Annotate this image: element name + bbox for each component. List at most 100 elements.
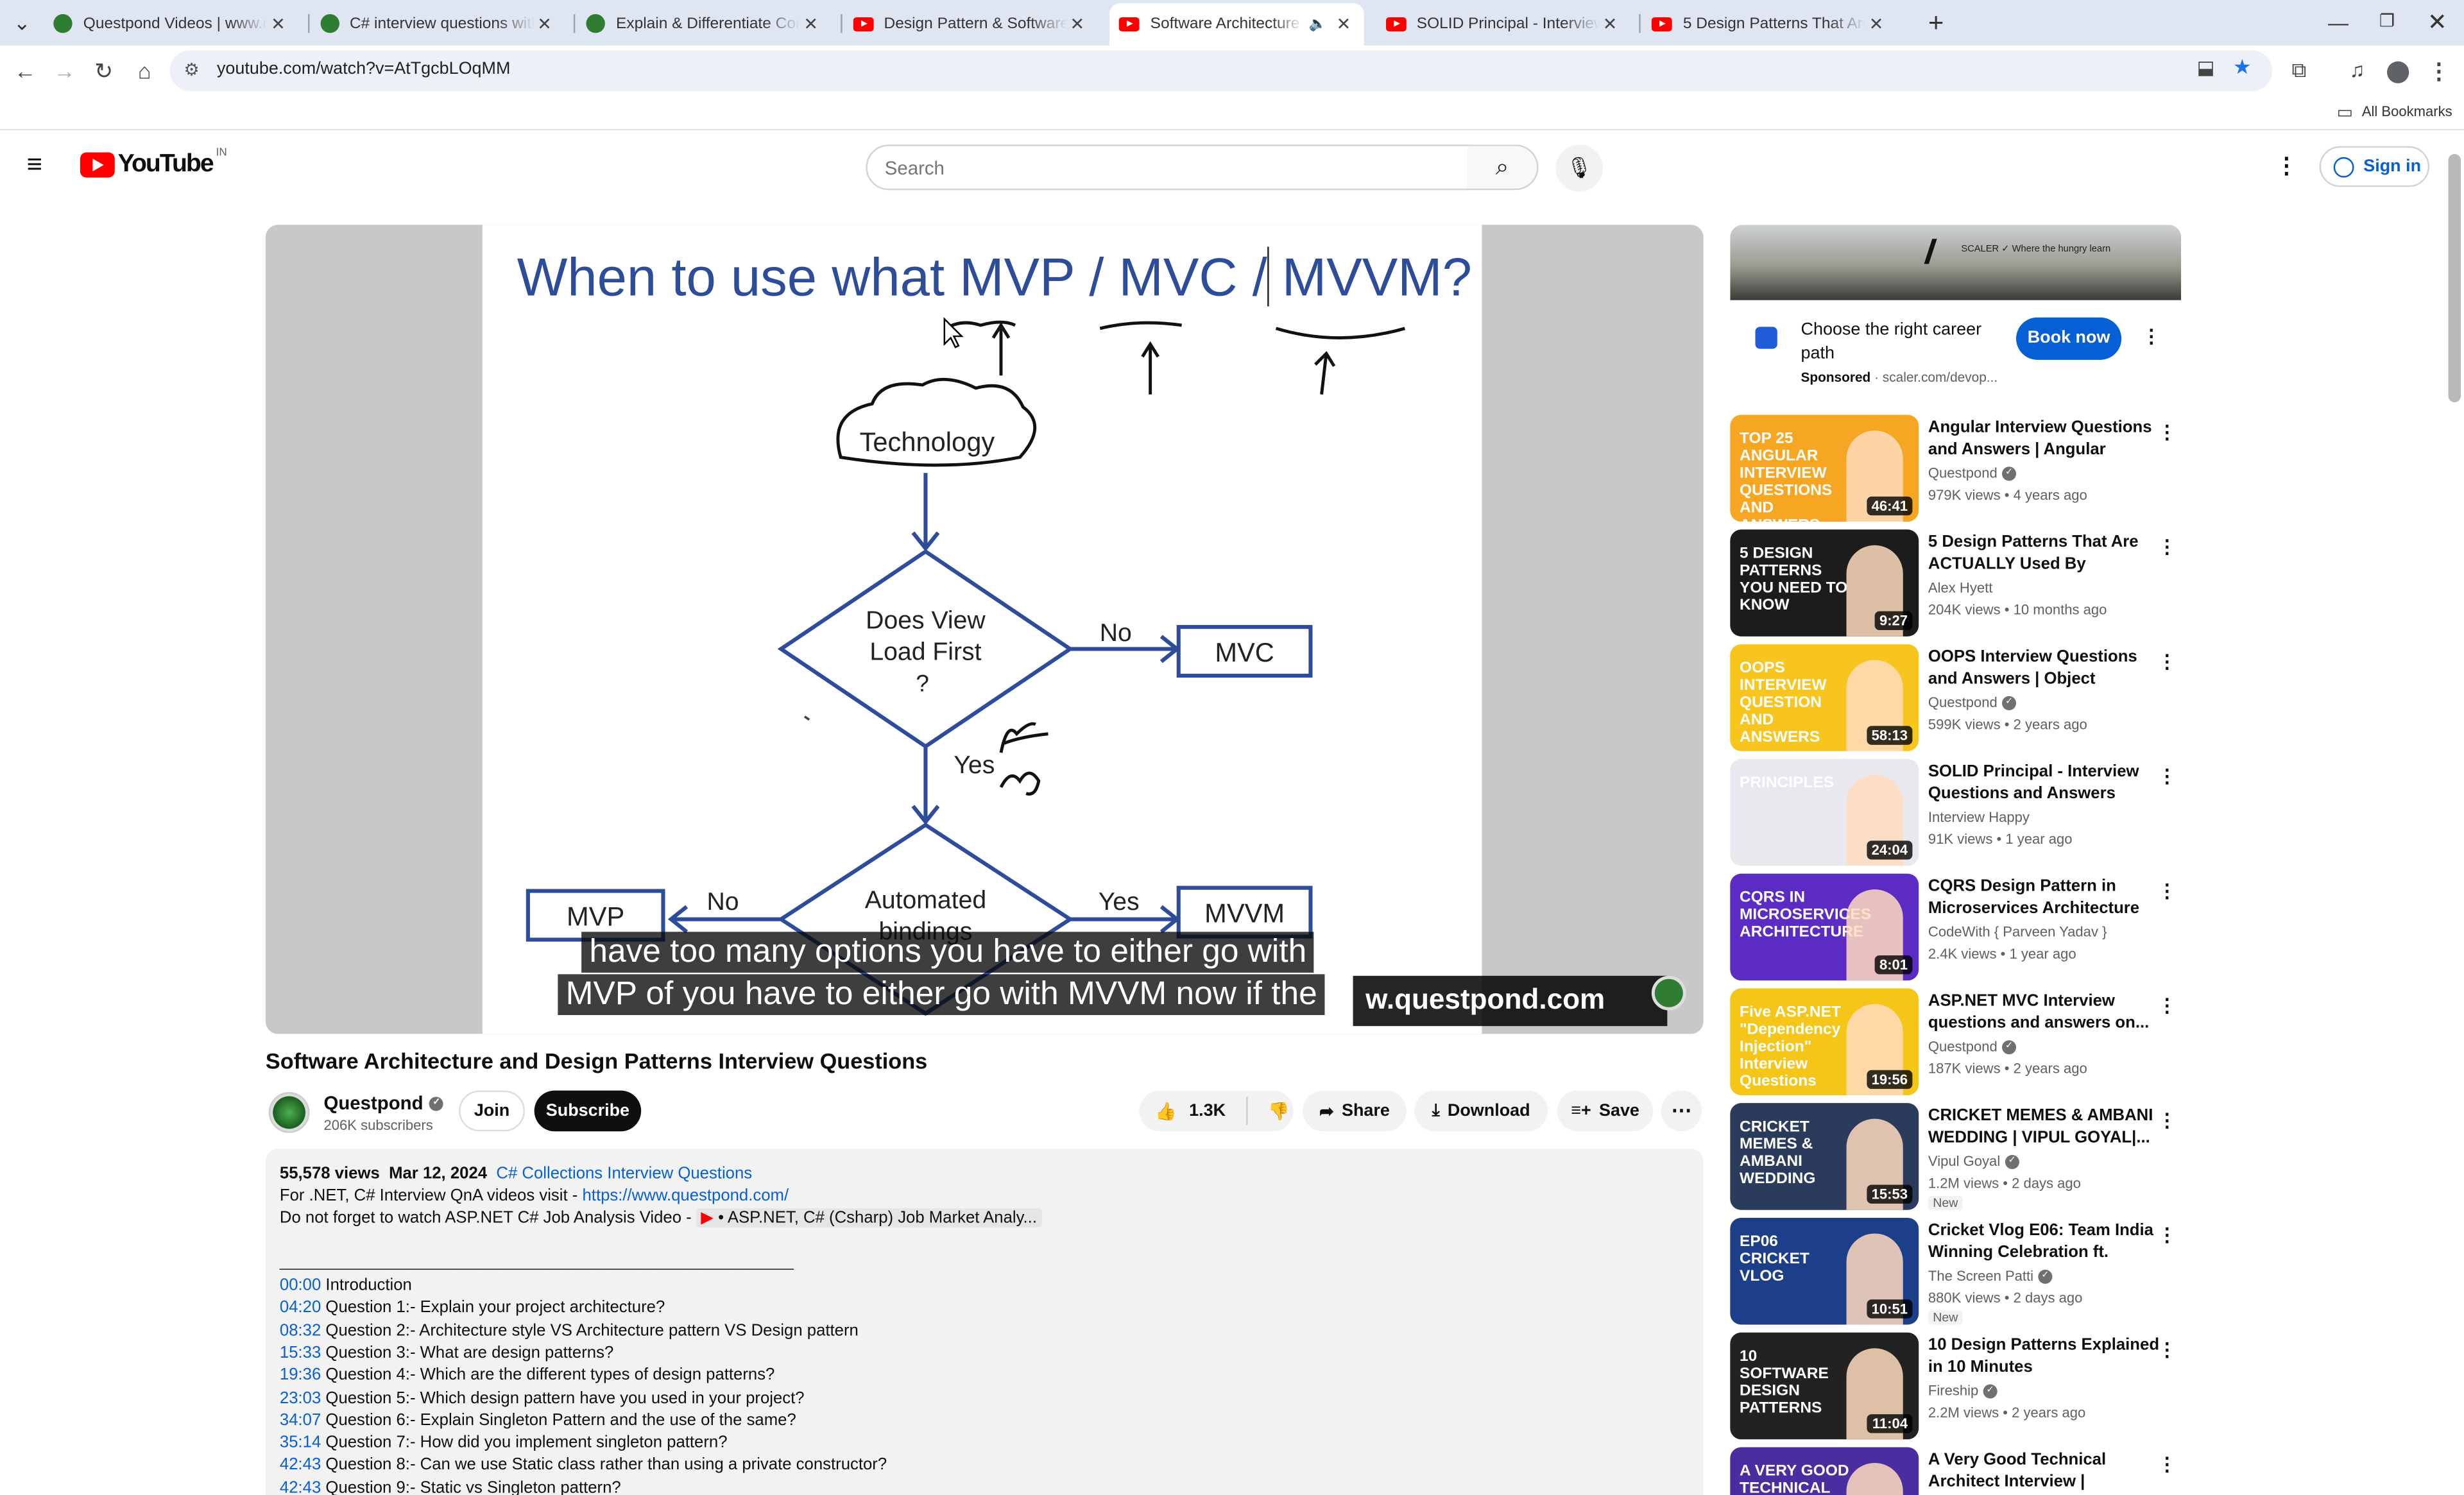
video-menu-icon[interactable]: ⋮ — [2157, 533, 2176, 561]
video-menu-icon[interactable]: ⋮ — [2157, 1336, 2176, 1364]
settings-menu-icon[interactable]: ⋮ — [2275, 153, 2297, 180]
minimize-button[interactable]: — — [2313, 0, 2363, 46]
dislike-button[interactable]: 👎 — [1268, 1101, 1290, 1121]
recommended-video-title[interactable]: 10 Design Patterns Explained in 10 Minut… — [1928, 1334, 2160, 1378]
share-button[interactable]: ➦ Share — [1303, 1090, 1407, 1132]
audio-playing-icon[interactable]: 🔈 — [1308, 15, 1326, 33]
search-box[interactable] — [866, 144, 1469, 191]
recommended-video-title[interactable]: ASP.NET MVC Interview questions and answ… — [1928, 990, 2160, 1034]
browser-tab[interactable]: SOLID Principal - Interview Questions✕ — [1376, 6, 1630, 41]
address-bar[interactable]: ⚙ youtube.com/watch?v=AtTgcbLOqMM ⬓ ★ — [169, 50, 2273, 92]
browser-tab[interactable]: 5 Design Patterns That Are ACTUALLY Used… — [1642, 6, 1897, 41]
video-thumbnail[interactable]: OOPS INTERVIEW QUESTION AND ANSWERS 58:13 — [1730, 644, 1919, 751]
video-thumbnail[interactable]: CQRS IN MICROSERVICES ARCHITECTURE 8:01 — [1730, 873, 1919, 981]
browser-tab[interactable]: Questpond Videos | www.questpond.com✕ — [44, 6, 299, 41]
extensions-icon[interactable]: ⧉ — [2280, 52, 2318, 90]
recommended-video[interactable]: PRINCIPLES 24:04 SOLID Principal - Intervi… — [1730, 758, 2181, 866]
chapter-timestamp-link[interactable]: 19:36 — [280, 1366, 321, 1385]
recommended-video-title[interactable]: OOPS Interview Questions and Answers | O… — [1928, 646, 2160, 690]
sign-in-button[interactable]: Sign in — [2319, 146, 2430, 187]
close-tab-icon[interactable]: ✕ — [800, 13, 822, 33]
recommended-video-title[interactable]: 5 Design Patterns That Are ACTUALLY Used… — [1928, 531, 2160, 576]
media-controls-icon[interactable]: ♫ — [2338, 52, 2376, 90]
video-menu-icon[interactable]: ⋮ — [2157, 1450, 2176, 1478]
recommended-video-title[interactable]: SOLID Principal - Interview Questions an… — [1928, 760, 2160, 805]
recommended-video[interactable]: A VERY GOOD TECHNICAL ARCHITECT INTERVIE… — [1730, 1447, 2181, 1495]
recommended-channel[interactable]: Alex Hyett — [1928, 580, 1992, 595]
site-info-icon[interactable]: ⚙ — [184, 60, 200, 80]
hamburger-menu-icon[interactable]: ≡ — [27, 150, 55, 179]
browser-tab[interactable]: Design Pattern & Software Architecture✕ — [843, 6, 1098, 41]
reload-button[interactable]: ↻ — [85, 52, 123, 90]
video-thumbnail[interactable]: TOP 25 ANGULAR INTERVIEW QUESTIONS AND A… — [1730, 414, 1919, 522]
voice-search-button[interactable]: 🎙 — [1555, 144, 1603, 192]
recommended-video-title[interactable]: CQRS Design Pattern in Microservices Arc… — [1928, 875, 2160, 919]
video-thumbnail[interactable]: CRICKET MEMES & AMBANI WEDDING 15:53 — [1730, 1103, 1919, 1210]
recommended-channel[interactable]: Interview Happy — [1928, 809, 2030, 824]
browser-menu-icon[interactable]: ⋮ — [2420, 52, 2458, 90]
browser-tab[interactable]: Software Architecture and Design Pattern… — [1109, 3, 1364, 46]
more-actions-button[interactable]: ⋯ — [1661, 1090, 1702, 1132]
chapter-timestamp-link[interactable]: 08:32 — [280, 1321, 321, 1340]
video-thumbnail[interactable]: PRINCIPLES 24:04 — [1730, 758, 1919, 866]
close-tab-icon[interactable]: ✕ — [1599, 13, 1621, 33]
video-player[interactable]: When to use what MVP / MVC / MVVM? Techn… — [265, 225, 1704, 1034]
search-button[interactable]: ⌕ — [1467, 144, 1539, 191]
bookmark-star-icon[interactable]: ★ — [2233, 55, 2252, 80]
video-thumbnail[interactable]: A VERY GOOD TECHNICAL ARCHITECT INTERVIE… — [1730, 1447, 1919, 1495]
new-tab-button[interactable]: + — [1911, 0, 1961, 46]
video-menu-icon[interactable]: ⋮ — [2157, 1106, 2176, 1134]
install-app-icon[interactable]: ⬓ — [2197, 56, 2215, 78]
book-now-button[interactable]: Book now — [2016, 317, 2122, 360]
ad-title[interactable]: Choose the right career path — [1801, 319, 1998, 366]
recommended-video[interactable]: TOP 25 ANGULAR INTERVIEW QUESTIONS AND A… — [1730, 414, 2181, 522]
video-thumbnail[interactable]: Five ASP.NET "Dependency Injection" Inte… — [1730, 988, 1919, 1095]
recommended-video[interactable]: OOPS INTERVIEW QUESTION AND ANSWERS 58:13… — [1730, 644, 2181, 751]
close-tab-icon[interactable]: ✕ — [1066, 13, 1088, 33]
close-tab-icon[interactable]: ✕ — [267, 13, 289, 33]
youtube-logo[interactable]: YouTube IN — [80, 148, 227, 179]
video-thumbnail[interactable]: 5 DESIGN PATTERNS YOU NEED TO KNOW 9:27 — [1730, 529, 1919, 636]
recommended-video[interactable]: Five ASP.NET "Dependency Injection" Inte… — [1730, 988, 2181, 1095]
video-thumbnail[interactable]: EP06 CRICKET VLOG 10:51 — [1730, 1217, 1919, 1325]
recommended-channel[interactable]: Questpond ✓ — [1928, 465, 2017, 481]
close-tab-icon[interactable]: ✕ — [533, 13, 555, 33]
recommended-channel[interactable]: Questpond ✓ — [1928, 694, 2017, 710]
all-bookmarks-button[interactable]: All Bookmarks — [2362, 104, 2452, 119]
video-menu-icon[interactable]: ⋮ — [2157, 762, 2176, 790]
video-menu-icon[interactable]: ⋮ — [2157, 647, 2176, 676]
video-menu-icon[interactable]: ⋮ — [2157, 877, 2176, 905]
chapter-timestamp-link[interactable]: 35:14 — [280, 1433, 321, 1452]
linked-video-chip[interactable]: ▶ • ASP.NET, C# (Csharp) Job Market Anal… — [696, 1208, 1042, 1227]
chapter-timestamp-link[interactable]: 15:33 — [280, 1344, 321, 1362]
video-menu-icon[interactable]: ⋮ — [2157, 991, 2176, 1020]
questpond-link[interactable]: https://www.questpond.com/ — [583, 1186, 789, 1205]
recommended-channel[interactable]: Fireship ✓ — [1928, 1383, 1998, 1399]
recommended-video-title[interactable]: CRICKET MEMES & AMBANI WEDDING | VIPUL G… — [1928, 1105, 2160, 1149]
hashtag-link[interactable]: C# Collections Interview Questions — [496, 1165, 752, 1183]
recommended-video[interactable]: EP06 CRICKET VLOG 10:51 Cricket Vlog E06: … — [1730, 1217, 2181, 1325]
video-menu-icon[interactable]: ⋮ — [2157, 418, 2176, 446]
recommended-channel[interactable]: CodeWith { Parveen Yadav } — [1928, 924, 2107, 939]
close-tab-icon[interactable]: ✕ — [1333, 14, 1355, 34]
recommended-video-title[interactable]: Angular Interview Questions and Answers … — [1928, 416, 2160, 461]
close-tab-icon[interactable]: ✕ — [1865, 13, 1887, 33]
recommended-channel[interactable]: The Screen Patti ✓ — [1928, 1268, 2053, 1284]
close-window-button[interactable]: ✕ — [2412, 0, 2462, 46]
chapter-timestamp-link[interactable]: 42:43 — [280, 1456, 321, 1474]
home-button[interactable]: ⌂ — [126, 52, 164, 90]
download-button[interactable]: ⤓ Download — [1414, 1090, 1548, 1132]
subscribe-button[interactable]: Subscribe — [534, 1090, 642, 1132]
recommended-channel[interactable]: Vipul Goyal ✓ — [1928, 1154, 2019, 1169]
like-button[interactable]: 👍 1.3K — [1155, 1101, 1226, 1122]
chapter-timestamp-link[interactable]: 00:00 — [280, 1276, 321, 1295]
recommended-video-title[interactable]: Cricket Vlog E06: Team India Winning Cel… — [1928, 1219, 2160, 1263]
restore-button[interactable]: ❐ — [2362, 0, 2412, 46]
channel-name-row[interactable]: Questpond ✓ — [323, 1092, 444, 1114]
ad-menu-icon[interactable]: ⋮ — [2142, 325, 2160, 347]
profile-icon[interactable] — [2379, 52, 2417, 90]
recommended-video[interactable]: CRICKET MEMES & AMBANI WEDDING 15:53 CRICK… — [1730, 1103, 2181, 1210]
search-input[interactable] — [884, 157, 1451, 180]
browser-tab[interactable]: Explain & Differentiate Composition✕ — [577, 6, 832, 41]
chapter-timestamp-link[interactable]: 23:03 — [280, 1388, 321, 1407]
